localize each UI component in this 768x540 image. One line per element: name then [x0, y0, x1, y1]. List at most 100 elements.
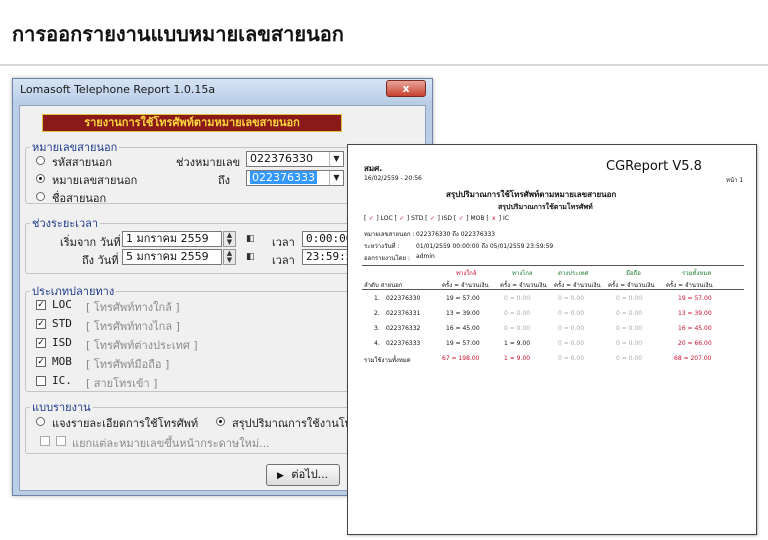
- play-icon: ▶: [277, 471, 284, 481]
- radio-summary[interactable]: [216, 417, 225, 426]
- radio-line-code-label: รหัสสายนอก: [52, 156, 112, 169]
- title-divider: [0, 64, 768, 66]
- end-date-spinner[interactable]: ▲ ▼: [223, 249, 236, 265]
- line-to-value: 022376333: [250, 171, 317, 184]
- row-loc: 16 = 45.00: [446, 325, 480, 332]
- row-total: 16 = 45.00: [678, 325, 712, 332]
- report-preview: สมศ. CGReport V5.8 16/02/2559 - 20:56 หน…: [347, 144, 757, 535]
- start-time-label: เวลา: [272, 236, 295, 249]
- report-issuer: admin: [416, 253, 435, 260]
- row-std: 0 = 0.00: [504, 295, 531, 302]
- row-isd: 0 = 0.00: [558, 325, 585, 332]
- row-isd: 0 = 0.00: [558, 340, 585, 347]
- summary-isd: 0 = 0.00: [558, 355, 585, 362]
- end-date-field[interactable]: 5 มกราคม 2559: [122, 249, 222, 265]
- row-loc: 13 = 39.00: [446, 310, 480, 317]
- summary-std: 1 = 9.00: [504, 355, 531, 362]
- summary-total: 68 = 207.00: [674, 355, 712, 362]
- checkbox-std[interactable]: ✓: [36, 319, 46, 329]
- line-from-combo[interactable]: 022376330 ▼: [246, 151, 344, 167]
- std-code: STD: [52, 317, 72, 330]
- next-button-label: ต่อไป...: [291, 468, 329, 481]
- row-isd: 0 = 0.00: [558, 295, 585, 302]
- row-mob: 0 = 0.00: [616, 340, 643, 347]
- row-no: 3.: [374, 325, 380, 332]
- row-no: 1.: [374, 295, 380, 302]
- report-app: CGReport V5.8: [606, 159, 702, 174]
- row-total: 13 = 39.00: [678, 310, 712, 317]
- next-button[interactable]: ▶ ต่อไป...: [266, 464, 340, 486]
- col-group-total: รวมทั้งหมด: [682, 270, 712, 277]
- row-std: 0 = 0.00: [504, 310, 531, 317]
- start-date-label: เริ่มจาก วันที่: [60, 236, 121, 249]
- col-group-std: ทางไกล: [512, 270, 533, 277]
- mob-desc: [ โทรศัพท์มือถือ ]: [86, 358, 170, 371]
- row-loc: 19 = 57.00: [446, 340, 480, 347]
- radio-line-code[interactable]: [36, 156, 45, 165]
- row-std: 0 = 0.00: [504, 325, 531, 332]
- checkbox-isd[interactable]: ✓: [36, 338, 46, 348]
- calendar-icon[interactable]: ◧: [246, 252, 256, 262]
- row-std: 1 = 9.00: [504, 340, 531, 347]
- report-subtitle: สรุปปริมาณการใช้ตามโทรศัพท์: [498, 203, 593, 211]
- end-time-label: เวลา: [272, 254, 295, 267]
- col-group-isd: ต่างประเทศ: [558, 270, 589, 277]
- row-no: 2.: [374, 310, 380, 317]
- period-group-legend: ช่วงระยะเวลา: [32, 217, 99, 230]
- report-rule: [362, 289, 744, 290]
- checkbox-mob[interactable]: ✓: [36, 357, 46, 367]
- report-rule: [362, 265, 744, 266]
- checkbox-ic[interactable]: [36, 376, 46, 386]
- report-org: สมศ.: [364, 164, 383, 173]
- calendar-icon[interactable]: ◧: [246, 234, 256, 244]
- report-line-range: 022376330 ถึง 022376333: [416, 231, 496, 238]
- std-desc: [ โทรศัพท์ทางไกล ]: [86, 320, 180, 333]
- row-line: 022376333: [386, 340, 421, 347]
- row-no: 4.: [374, 340, 380, 347]
- ic-desc: [ สายโทรเข้า ]: [86, 377, 158, 390]
- isd-code: ISD: [52, 336, 72, 349]
- row-isd: 0 = 0.00: [558, 310, 585, 317]
- radio-detail[interactable]: [36, 417, 45, 426]
- start-date-spinner[interactable]: ▲ ▼: [223, 231, 236, 247]
- row-line: 022376330: [386, 295, 421, 302]
- row-total: 19 = 57.00: [678, 295, 712, 302]
- row-line: 022376332: [386, 325, 421, 332]
- start-date-field[interactable]: 1 มกราคม 2559: [122, 231, 222, 247]
- window-title: Lomasoft Telephone Report 1.0.15a: [20, 83, 216, 96]
- col-group-mob: มือถือ: [626, 270, 641, 277]
- summary-label: รวมใช้งานทั้งหมด: [364, 357, 411, 364]
- summary-mob: 0 = 0.00: [616, 355, 643, 362]
- col-group-loc: ทางใกล้: [456, 270, 477, 277]
- radio-line-number-label: หมายเลขสายนอก: [52, 174, 138, 187]
- checkbox-separate-pages[interactable]: [56, 436, 66, 446]
- report-period: 01/01/2559 00:00:00 ถึง 05/01/2559 23:59…: [416, 243, 554, 250]
- line-from-value: 022376330: [250, 152, 313, 165]
- row-mob: 0 = 0.00: [616, 325, 643, 332]
- checkbox-outer[interactable]: [40, 436, 50, 446]
- checkbox-loc[interactable]: ✓: [36, 300, 46, 310]
- row-line: 022376331: [386, 310, 421, 317]
- row-total: 20 = 66.00: [678, 340, 712, 347]
- range-label: ช่วงหมายเลข: [176, 156, 241, 169]
- report-datetime: 16/02/2559 - 20:56: [364, 175, 422, 182]
- chevron-down-icon[interactable]: ▼: [329, 171, 343, 185]
- report-period-label: ระหว่างวันที่ :: [364, 243, 400, 250]
- radio-line-name[interactable]: [36, 192, 45, 201]
- row-mob: 0 = 0.00: [616, 295, 643, 302]
- report-page: หน้า 1: [726, 177, 744, 184]
- radio-line-name-label: ชื่อสายนอก: [52, 192, 107, 205]
- chevron-down-icon[interactable]: ▼: [329, 152, 343, 166]
- loc-code: LOC: [52, 298, 72, 311]
- report-filters: [✓] LOC [✓] STD [✓] ISD [✓] MOB [x] IC: [364, 215, 509, 222]
- row-loc: 19 = 57.00: [446, 295, 480, 302]
- radio-line-number[interactable]: [36, 174, 45, 183]
- window-titlebar[interactable]: Lomasoft Telephone Report 1.0.15a x: [13, 79, 432, 101]
- radio-detail-label: แจงรายละเอียดการใช้โทรศัพท์: [52, 417, 199, 430]
- close-button[interactable]: x: [386, 80, 426, 97]
- report-banner: รายงานการใช้โทรศัพท์ตามหมายเลขสายนอก: [42, 114, 342, 132]
- line-to-combo[interactable]: 022376333 ▼: [246, 170, 344, 186]
- range-to-label: ถึง: [218, 174, 231, 187]
- slide-title: การออกรายงานแบบหมายเลขสายนอก: [12, 22, 344, 46]
- isd-desc: [ โทรศัพท์ต่างประเทศ ]: [86, 339, 198, 352]
